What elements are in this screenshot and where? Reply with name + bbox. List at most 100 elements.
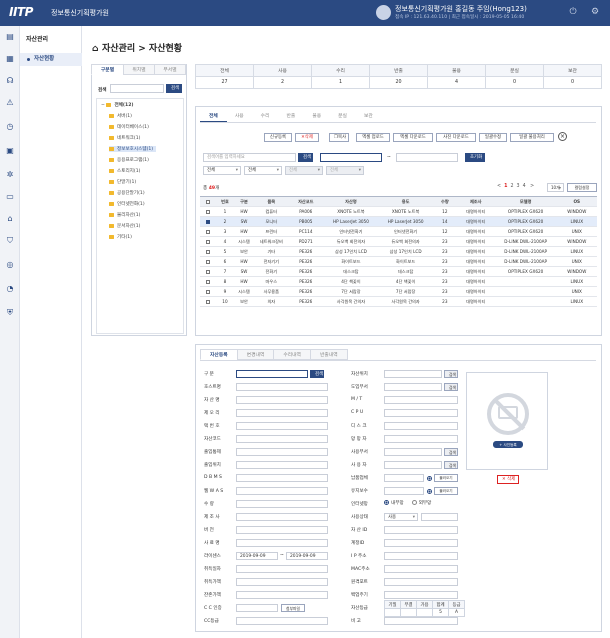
grid-header-cell[interactable]: 모델명: [494, 196, 557, 207]
photo-delete-button[interactable]: ✕ 삭제: [497, 475, 519, 484]
load-button[interactable]: 불러오기: [434, 474, 458, 482]
grid-header-cell[interactable]: 품목: [254, 196, 288, 207]
lock-shield-icon[interactable]: ⛨: [5, 308, 15, 318]
form-input[interactable]: [384, 461, 442, 469]
gubun-search-button[interactable]: 검색: [310, 370, 324, 378]
form-input[interactable]: [236, 578, 328, 586]
shield-icon[interactable]: ⛉: [5, 236, 15, 246]
form-input[interactable]: [384, 487, 424, 495]
form-input[interactable]: [384, 578, 458, 586]
row-checkbox[interactable]: [206, 239, 211, 244]
tree-item[interactable]: 물리자산(1): [109, 212, 140, 218]
table-row[interactable]: 6 HW 전자기기 PE326 화이트보드 화이트보드 23 대명아이티 D-LINK DWL-…: [200, 256, 597, 267]
grid-icon[interactable]: ▦: [5, 54, 15, 64]
tab-category[interactable]: 구분별: [91, 64, 124, 75]
close-circle-icon[interactable]: ×: [558, 132, 567, 141]
grid-header-cell[interactable]: 수량: [432, 196, 457, 207]
photo-download-button[interactable]: 사진 다운로드: [436, 133, 476, 142]
use-state-select[interactable]: 사용: [384, 513, 418, 521]
table-row[interactable]: 5 보안 기타 PE326 삼성 17인치 LCD 삼성 17인치 LCD 23 대명아이티 D…: [200, 246, 597, 257]
form-input[interactable]: [384, 370, 442, 378]
form-input[interactable]: [236, 435, 328, 443]
reset-button[interactable]: 초기화: [465, 153, 485, 162]
cc-attach-button[interactable]: 첨부파일: [281, 604, 305, 612]
list-search-input[interactable]: 검색어를 입력하세요: [203, 153, 296, 162]
document-icon[interactable]: ▤: [5, 32, 15, 42]
page-next[interactable]: >: [530, 184, 534, 189]
form-input[interactable]: [236, 591, 328, 599]
table-row[interactable]: 2 SW 모니터 PB005 HP LaserJet 3050 HP LaserJet 3…: [200, 216, 597, 227]
select-all-checkbox[interactable]: [206, 199, 211, 204]
form-input[interactable]: [236, 474, 328, 482]
table-row[interactable]: 8 HW 마우스 PE326 4단 책꽂이 4단 책꽂이 23 대명아이티 LINUX: [200, 276, 597, 287]
form-input[interactable]: [384, 448, 442, 456]
bulk-unused-button[interactable]: 일괄 불용처리: [510, 133, 554, 142]
page-prev[interactable]: <: [497, 184, 501, 189]
excel-download-button[interactable]: 엑셀 다운로드: [393, 133, 433, 142]
tab-dept[interactable]: 부서별: [154, 64, 186, 75]
status-tab[interactable]: 불용: [303, 111, 330, 122]
use-state-input[interactable]: [421, 513, 458, 521]
warning-icon[interactable]: ⚠: [5, 98, 15, 108]
excel-upload-button[interactable]: 엑셀 업로드: [356, 133, 390, 142]
form-input[interactable]: [236, 539, 328, 547]
list-search-button[interactable]: 검색: [298, 153, 313, 162]
tree-item[interactable]: 문서자산(1): [109, 223, 140, 229]
date-from-input[interactable]: [320, 153, 382, 162]
table-row[interactable]: 10 보안 의자 PE326 사각원목 간의자 사각원목 간의자 23 대명아이티 LINUX: [200, 296, 597, 307]
status-tab[interactable]: 반출: [277, 111, 304, 122]
grid-header-cell[interactable]: 번호: [216, 196, 234, 207]
form-input[interactable]: [384, 435, 458, 443]
tree-item[interactable]: 공용단말기(1): [109, 190, 145, 196]
status-tab[interactable]: 전체: [200, 111, 227, 122]
table-row[interactable]: 3 HW 프린터 PC114 인터넷전화기 인터넷전화기 12 대명아이티 OPTIPLEX G…: [200, 226, 597, 237]
graduation-icon[interactable]: ⌂: [5, 214, 15, 224]
register-button[interactable]: 신규등록: [264, 133, 292, 142]
radio-outer-net[interactable]: [411, 500, 417, 505]
form-input[interactable]: [384, 591, 458, 599]
row-checkbox[interactable]: [206, 299, 211, 304]
tree-item[interactable]: 네트워크(1): [109, 135, 140, 141]
row-checkbox[interactable]: [206, 269, 211, 274]
delete-button[interactable]: ✕삭제: [295, 133, 319, 142]
form-input[interactable]: [384, 396, 458, 404]
tree-item[interactable]: 데이터베이스(1): [109, 124, 149, 130]
detail-tab[interactable]: 변경내역: [236, 349, 275, 360]
tree-search-button[interactable]: 검색: [166, 84, 182, 93]
radio-button[interactable]: [427, 475, 432, 481]
row-checkbox[interactable]: [206, 279, 211, 284]
form-input[interactable]: [236, 409, 328, 417]
grid-header-cell[interactable]: 용도: [378, 196, 433, 207]
page-size-select[interactable]: 10개: [547, 183, 564, 192]
date-to-input[interactable]: [396, 153, 458, 162]
detail-tab[interactable]: 수리내역: [273, 349, 311, 360]
form-input[interactable]: [236, 422, 328, 430]
row-checkbox[interactable]: [206, 219, 211, 224]
photo-register-button[interactable]: + 사진등록: [493, 441, 523, 448]
grade-value[interactable]: [384, 608, 401, 617]
detail-tab[interactable]: 반출내역: [309, 349, 348, 360]
avatar[interactable]: [376, 5, 391, 20]
tree-item[interactable]: 응용프로그램(1): [109, 157, 149, 163]
tree-search-input[interactable]: [110, 84, 164, 93]
form-input[interactable]: [236, 500, 328, 508]
grid-header-cell[interactable]: 제조사: [456, 196, 495, 207]
grade-value[interactable]: [400, 608, 417, 617]
detail-tab[interactable]: 자산등록: [200, 349, 238, 360]
table-row[interactable]: 1 HW 컴퓨터 PA006 XNOTE 노트북 XNOTE 노트북 12 대명아이티 OPTI…: [200, 206, 597, 217]
gear-icon[interactable]: ⚙: [590, 7, 600, 17]
field-search-button[interactable]: 검색: [444, 461, 458, 469]
radio-button[interactable]: [427, 488, 432, 494]
page-number[interactable]: 2: [510, 184, 513, 189]
table-row[interactable]: 4 시스템 네트워크장비 PD271 듀오백 회전의자 듀오백 회전의자 23 대명아이티 D-…: [200, 236, 597, 247]
globe-icon[interactable]: ◎: [5, 260, 15, 270]
bulk-edit-button[interactable]: 일괄수정: [479, 133, 507, 142]
status-tab[interactable]: 수리: [252, 111, 279, 122]
form-input[interactable]: [384, 422, 458, 430]
menu-item-asset-status[interactable]: 자산현황: [20, 53, 82, 66]
form-input[interactable]: [236, 526, 328, 534]
headset-icon[interactable]: ☊: [5, 76, 15, 86]
grade-value[interactable]: [416, 608, 433, 617]
column-settings-button[interactable]: 컬럼설정: [567, 183, 597, 192]
tree-item[interactable]: 서버(1): [109, 113, 132, 119]
